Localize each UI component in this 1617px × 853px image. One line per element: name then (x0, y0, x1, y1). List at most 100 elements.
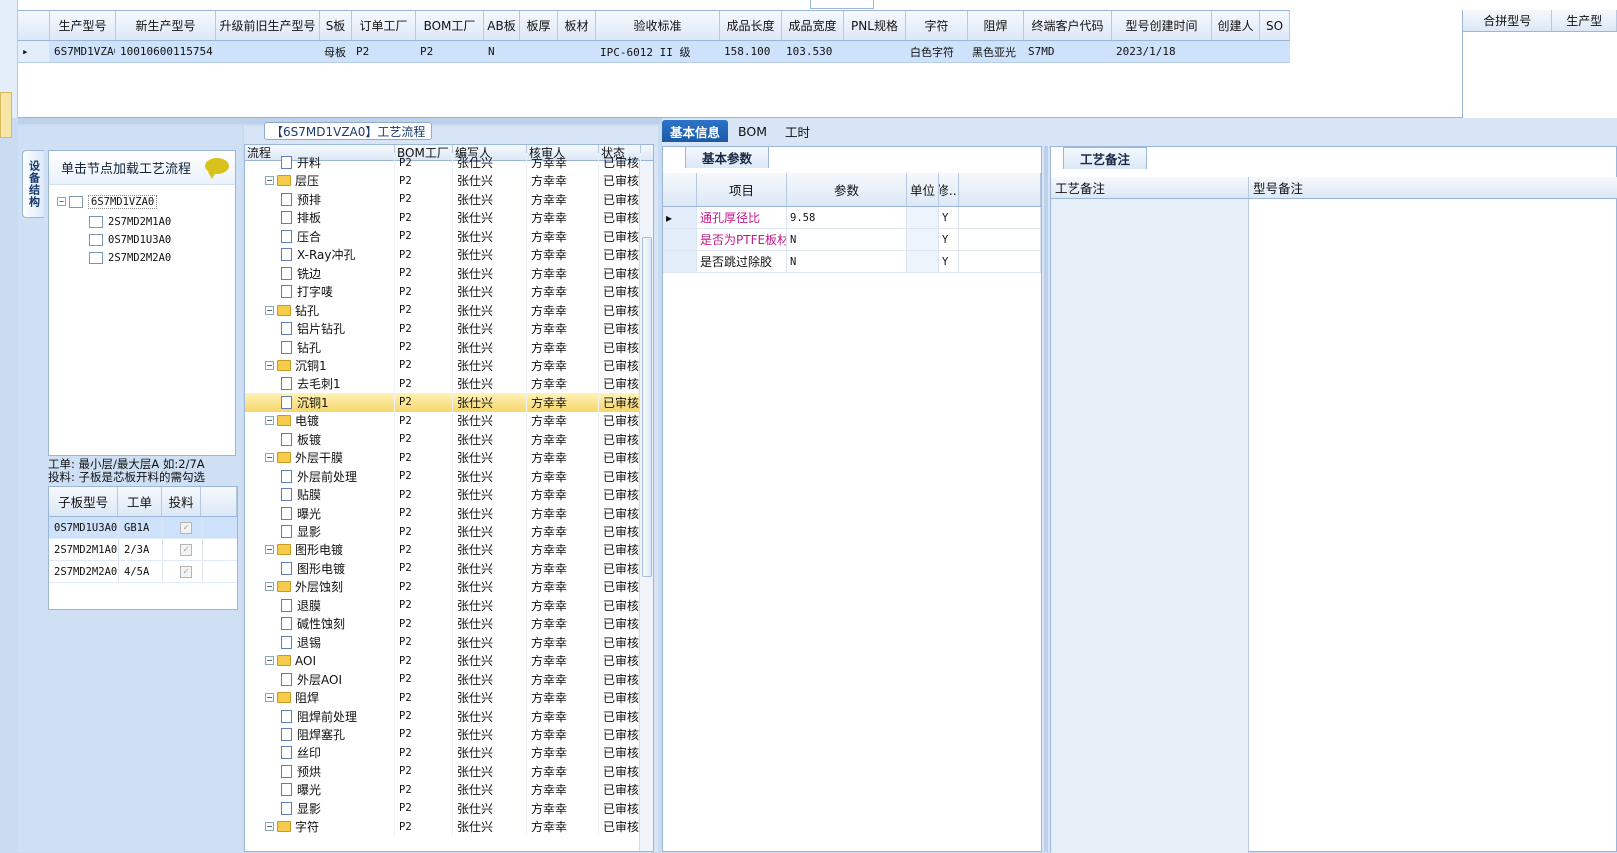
param-value[interactable]: N (787, 251, 907, 272)
process-step-row[interactable]: 显影 P2 张仕兴 方幸幸 已审核 (245, 798, 641, 818)
column-header[interactable]: 型号创建时间 (1112, 11, 1212, 40)
column-header[interactable]: PNL规格 (844, 11, 906, 40)
process-group-row[interactable]: − 层压 P2 张仕兴 方幸幸 已审核 (245, 171, 641, 191)
process-step-row[interactable]: 外层AOI P2 张仕兴 方幸幸 已审核 (245, 669, 641, 689)
tree-node[interactable]: 2S7MD2M1A0 (89, 213, 171, 230)
process-step-row[interactable]: 曝光 P2 张仕兴 方幸幸 已审核 (245, 780, 641, 800)
process-step-row[interactable]: 打字唛 P2 张仕兴 方幸幸 已审核 (245, 282, 641, 302)
process-step-row[interactable]: 显影 P2 张仕兴 方幸幸 已审核 (245, 522, 641, 541)
process-group-row[interactable]: − 图形电镀 P2 张仕兴 方幸幸 已审核 (245, 540, 641, 560)
collapse-icon[interactable]: − (265, 416, 274, 426)
tree-node[interactable]: 0S7MD1U3A0 (89, 231, 171, 248)
table-cell[interactable]: N (484, 41, 520, 62)
column-header[interactable]: 验收标准 (596, 11, 720, 40)
column-header[interactable]: 项目 (697, 173, 787, 206)
process-step-row[interactable]: 贴膜 P2 张仕兴 方幸幸 已审核 (245, 485, 641, 505)
column-header[interactable]: 成品宽度 (782, 11, 844, 40)
tab-basic-params[interactable]: 基本参数 (685, 146, 770, 168)
process-group-row[interactable]: − 电镀 P2 张仕兴 方幸幸 已审核 (245, 411, 641, 431)
table-row[interactable]: 2S7MD2M2A0 4/5A ✓ (49, 561, 237, 583)
order-cell[interactable]: 2/3A (119, 539, 163, 560)
tab-process-notes[interactable]: 工艺备注 (1063, 147, 1148, 169)
table-cell[interactable] (558, 41, 596, 62)
column-header[interactable]: 合拼型号 (1463, 10, 1553, 31)
table-cell[interactable]: 母板 (320, 41, 352, 62)
vertical-tab-structure[interactable]: 设备结构 (22, 150, 44, 218)
table-cell[interactable] (1260, 41, 1290, 62)
table-cell[interactable]: 103.530 (782, 41, 844, 62)
feed-checkbox[interactable]: ✓ (180, 565, 192, 578)
tab-basic-info[interactable]: 基本信息 (662, 120, 729, 142)
column-header[interactable]: 工单 (118, 487, 162, 516)
collapse-icon[interactable]: − (265, 693, 274, 703)
process-step-row[interactable]: 沉铜1 P2 张仕兴 方幸幸 已审核 (245, 392, 641, 412)
param-value[interactable]: N (787, 229, 907, 250)
tab-work-hours[interactable]: 工时 (777, 120, 818, 142)
table-cell[interactable]: S7MD (1024, 41, 1112, 62)
column-header[interactable]: BOM工厂 (416, 11, 484, 40)
table-cell[interactable] (216, 41, 320, 62)
process-step-row[interactable]: 外层前处理 P2 张仕兴 方幸幸 已审核 (245, 466, 641, 486)
process-step-row[interactable]: 板镀 P2 张仕兴 方幸幸 已审核 (245, 429, 641, 449)
column-header[interactable]: 成品长度 (720, 11, 782, 40)
process-step-row[interactable]: 丝印 P2 张仕兴 方幸幸 已审核 (245, 743, 641, 763)
process-step-row[interactable]: 退锡 P2 张仕兴 方幸幸 已审核 (245, 632, 641, 652)
process-group-row[interactable]: − 外层蚀刻 P2 张仕兴 方幸幸 已审核 (245, 577, 641, 597)
table-row[interactable]: ▸ 6S7MD1VZA0 10010600115754 母板 P2 P2 N IPC-6012… (18, 41, 1290, 63)
speech-bubble-icon[interactable] (205, 158, 229, 179)
table-cell[interactable]: 2023/1/18 (1112, 41, 1212, 62)
column-header[interactable]: 板厚 (520, 11, 558, 40)
process-step-row[interactable]: 开料 P2 张仕兴 方幸幸 已审核 (245, 153, 641, 172)
column-header[interactable]: 参数 (787, 173, 907, 206)
column-header[interactable]: 阻焊 (968, 11, 1024, 40)
left-dock-tab[interactable] (0, 92, 12, 138)
table-row[interactable]: ▸ 通孔厚径比 9.58 Y (663, 207, 1041, 229)
param-value[interactable]: 9.58 (787, 207, 907, 228)
collapse-icon[interactable]: − (265, 582, 274, 592)
top-tab-stub[interactable] (810, 0, 874, 9)
process-group-row[interactable]: − 阻焊 P2 张仕兴 方幸幸 已审核 (245, 688, 641, 708)
process-group-row[interactable]: − AOI P2 张仕兴 方幸幸 已审核 (245, 651, 641, 671)
column-header[interactable]: 升级前旧生产型号 (216, 11, 320, 40)
table-row[interactable]: 2S7MD2M1A0 2/3A ✓ (49, 539, 237, 561)
process-group-row[interactable]: − 钻孔 P2 张仕兴 方幸幸 已审核 (245, 300, 641, 320)
process-step-row[interactable]: 退膜 P2 张仕兴 方幸幸 已审核 (245, 595, 641, 615)
process-step-row[interactable]: 预烘 P2 张仕兴 方幸幸 已审核 (245, 761, 641, 781)
process-step-row[interactable]: 铣边 P2 张仕兴 方幸幸 已审核 (245, 263, 641, 283)
column-header[interactable]: 创建人 (1212, 11, 1260, 40)
table-cell[interactable]: 白色字符 (906, 41, 968, 62)
process-scrollbar[interactable] (639, 161, 653, 851)
table-cell[interactable]: P2 (352, 41, 416, 62)
tab-bom[interactable]: BOM (730, 120, 775, 142)
collapse-icon[interactable]: − (57, 197, 66, 206)
process-group-row[interactable]: − 沉铜1 P2 张仕兴 方幸幸 已审核 (245, 355, 641, 375)
process-step-row[interactable]: 钻孔 P2 张仕兴 方幸幸 已审核 (245, 337, 641, 357)
table-cell[interactable]: 158.100 (720, 41, 782, 62)
vertical-splitter[interactable] (1044, 146, 1048, 852)
order-cell[interactable]: 4/5A (119, 561, 163, 582)
column-header[interactable]: 工艺备注 (1051, 177, 1249, 198)
table-row[interactable]: 是否跳过除胶 N Y (663, 251, 1041, 273)
process-step-row[interactable]: X-Ray冲孔 P2 张仕兴 方幸幸 已审核 (245, 245, 641, 265)
table-row[interactable]: 0S7MD1U3A0 GB1A ✓ (49, 517, 237, 539)
column-header[interactable]: S板 (320, 11, 352, 40)
feed-checkbox[interactable]: ✓ (180, 521, 192, 534)
process-step-row[interactable]: 压合 P2 张仕兴 方幸幸 已审核 (245, 226, 641, 246)
column-header[interactable]: AB板 (484, 11, 520, 40)
table-cell[interactable] (520, 41, 558, 62)
process-step-row[interactable]: 碱性蚀刻 P2 张仕兴 方幸幸 已审核 (245, 614, 641, 634)
column-header[interactable]: 新生产型号 (116, 11, 216, 40)
process-step-row[interactable]: 曝光 P2 张仕兴 方幸幸 已审核 (245, 503, 641, 523)
tree-node-root[interactable]: − 6S7MD1VZA0 (57, 193, 158, 210)
collapse-icon[interactable]: − (265, 176, 274, 186)
table-cell[interactable]: 6S7MD1VZA0 (50, 41, 116, 62)
column-header[interactable]: 修... (939, 173, 959, 206)
column-header[interactable]: 字符 (906, 11, 968, 40)
collapse-icon[interactable]: − (265, 545, 274, 555)
table-cell[interactable]: 黑色亚光 (968, 41, 1024, 62)
collapse-icon[interactable]: − (265, 453, 274, 463)
process-step-row[interactable]: 去毛刺1 P2 张仕兴 方幸幸 已审核 (245, 374, 641, 394)
collapse-icon[interactable]: − (265, 305, 274, 315)
collapse-icon[interactable]: − (265, 360, 274, 370)
column-header[interactable]: 单位 (907, 173, 939, 206)
